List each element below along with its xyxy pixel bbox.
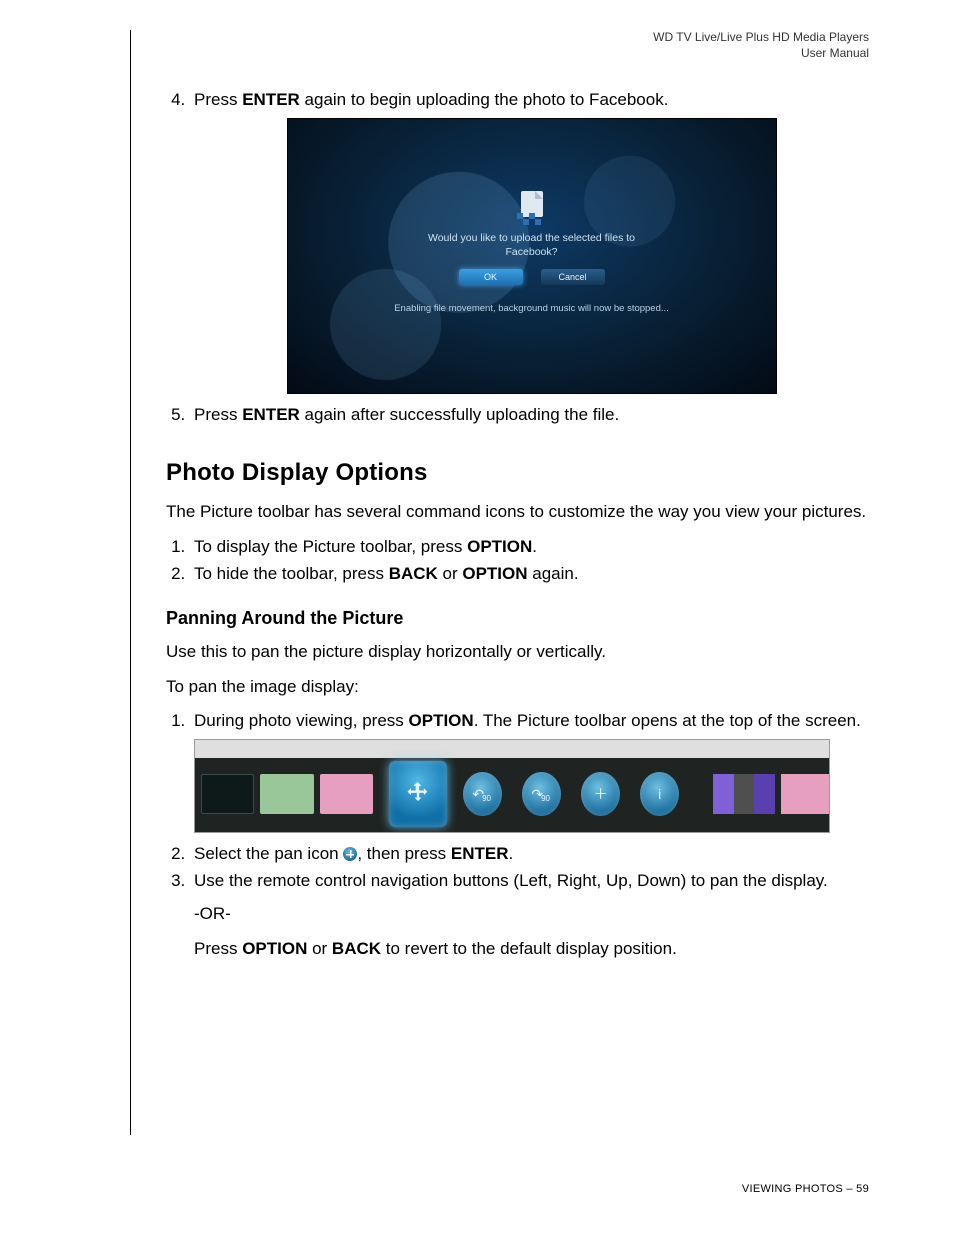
info-icon[interactable]: i bbox=[640, 772, 679, 816]
step-4: Press ENTER again to begin uploading the… bbox=[190, 89, 869, 394]
toolbar-step-1: To display the Picture toolbar, press OP… bbox=[190, 536, 869, 559]
thumbnail bbox=[201, 774, 254, 814]
panning-intro: Use this to pan the picture display hori… bbox=[166, 641, 869, 664]
panning-lead: To pan the image display: bbox=[166, 676, 869, 699]
thumbnail-strip bbox=[713, 774, 775, 814]
key-option: OPTION bbox=[242, 939, 307, 958]
header-line2: User Manual bbox=[130, 46, 869, 62]
panning-step-1: During photo viewing, press OPTION. The … bbox=[190, 710, 869, 833]
zoom-in-icon[interactable]: ＋ bbox=[581, 772, 620, 816]
dialog-note: Enabling file movement, background music… bbox=[392, 303, 672, 316]
page-footer: VIEWING PHOTOS – 59 bbox=[742, 1183, 869, 1195]
thumbnail bbox=[260, 774, 313, 814]
screenshot-picture-toolbar: ↶90 ↷90 ＋ i bbox=[194, 739, 830, 833]
key-enter: ENTER bbox=[242, 405, 300, 424]
vertical-rule bbox=[130, 30, 131, 1135]
key-back: BACK bbox=[332, 939, 381, 958]
screenshot-upload-dialog: Would you like to upload the selected fi… bbox=[287, 118, 777, 394]
or-divider: -OR- bbox=[194, 903, 869, 926]
section-intro: The Picture toolbar has several command … bbox=[166, 501, 869, 524]
toolbar-step-2: To hide the toolbar, press BACK or OPTIO… bbox=[190, 563, 869, 586]
footer-section: VIEWING PHOTOS bbox=[742, 1183, 843, 1195]
footer-page-number: 59 bbox=[856, 1183, 869, 1195]
key-enter: ENTER bbox=[451, 844, 509, 863]
subsection-heading: Panning Around the Picture bbox=[166, 606, 869, 630]
running-header: WD TV Live/Live Plus HD Media Players Us… bbox=[130, 30, 869, 61]
ok-button[interactable]: OK bbox=[459, 269, 523, 285]
panning-step-3-alt: Press OPTION or BACK to revert to the de… bbox=[194, 938, 869, 961]
upload-steps: Press ENTER again to begin uploading the… bbox=[166, 89, 869, 427]
key-option: OPTION bbox=[467, 537, 532, 556]
panning-step-2: Select the pan icon , then press ENTER. bbox=[190, 843, 869, 866]
pan-icon-inline bbox=[343, 847, 357, 861]
rotate-right-icon[interactable]: ↷90 bbox=[522, 772, 561, 816]
key-option: OPTION bbox=[462, 564, 527, 583]
thumbnail bbox=[781, 774, 829, 814]
panning-steps: During photo viewing, press OPTION. The … bbox=[166, 710, 869, 961]
step-5: Press ENTER again after successfully upl… bbox=[190, 404, 869, 427]
pan-icon[interactable] bbox=[389, 761, 447, 827]
key-option: OPTION bbox=[409, 711, 474, 730]
panning-step-3: Use the remote control navigation button… bbox=[190, 870, 869, 961]
cancel-button[interactable]: Cancel bbox=[541, 269, 605, 285]
key-back: BACK bbox=[389, 564, 438, 583]
header-line1: WD TV Live/Live Plus HD Media Players bbox=[130, 30, 869, 46]
toolbar-steps: To display the Picture toolbar, press OP… bbox=[166, 536, 869, 586]
section-heading: Photo Display Options bbox=[166, 457, 869, 489]
upload-file-icon bbox=[517, 191, 547, 225]
thumbnail bbox=[320, 774, 373, 814]
dialog-question: Would you like to upload the selected fi… bbox=[402, 231, 662, 259]
move-arrows-icon bbox=[404, 780, 432, 808]
key-enter: ENTER bbox=[242, 90, 300, 109]
rotate-left-icon[interactable]: ↶90 bbox=[463, 772, 502, 816]
